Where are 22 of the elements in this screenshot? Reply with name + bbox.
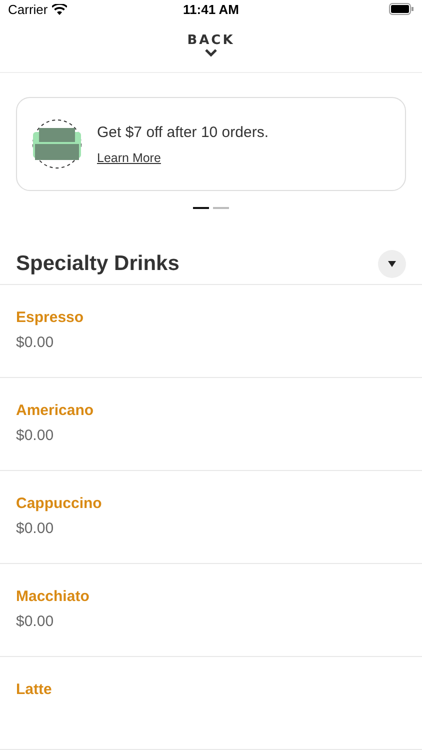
page-indicator[interactable] [193,207,209,210]
learn-more-link[interactable]: Learn More [97,150,268,165]
drink-price: $0.00 [16,427,55,444]
triangle-icon [388,260,396,267]
chevron-down-icon [204,48,218,58]
carrier-name: Carrier [8,2,48,17]
drink-name[interactable]: Cappuccino [16,495,406,512]
section-title: Specialty Drinks [16,252,180,276]
battery-icon [388,3,414,16]
drink-price: $0.00 [16,520,55,538]
clock-time: 11:41 AM [183,2,239,17]
drink-name[interactable]: Americano [16,402,406,420]
drink-price: $0.00 [16,613,55,630]
dropdown-toggle[interactable] [378,250,406,278]
drink-name[interactable]: Latte [16,681,406,698]
drink-price: $0.00 [16,334,55,352]
drink-name[interactable]: Espresso [16,309,406,326]
back-button[interactable]: BACK [179,29,243,62]
wifi-icon [52,4,67,15]
drink-name[interactable]: Macchiato [16,588,406,606]
promo-text: Get $7 off after 10 orders. [97,124,268,141]
boxes-drawing [31,118,83,170]
